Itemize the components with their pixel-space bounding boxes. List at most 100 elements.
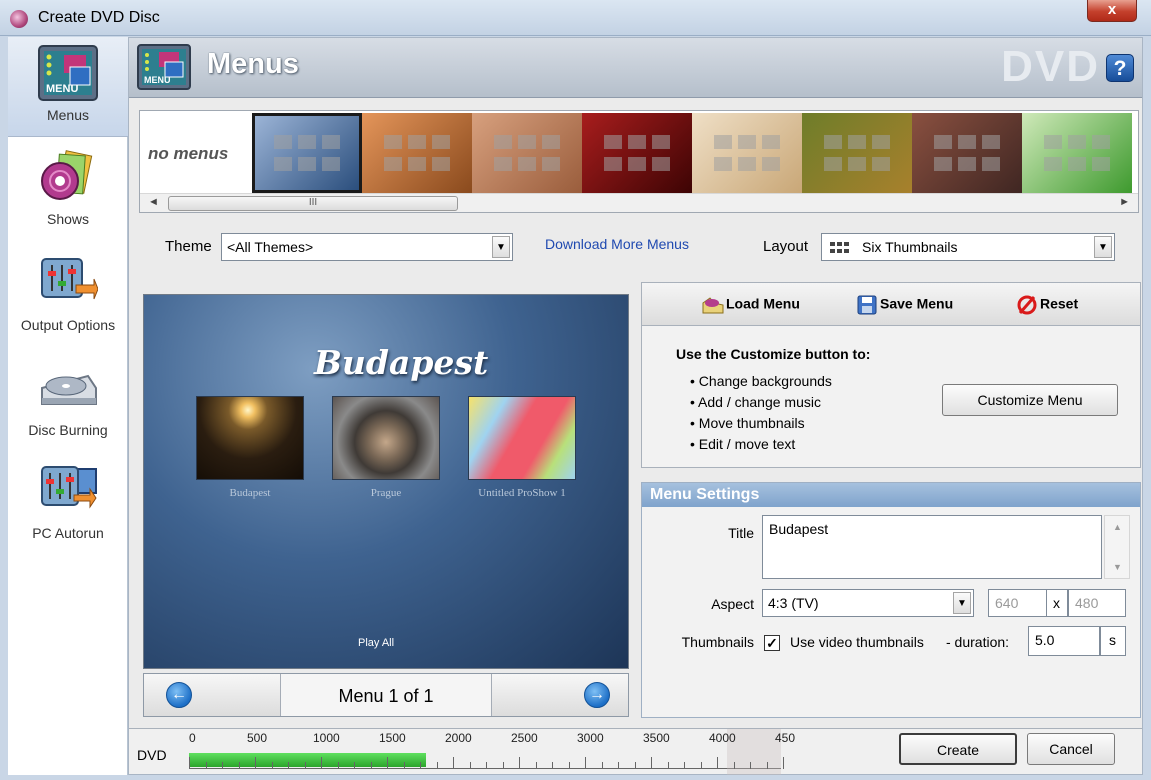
duration-field[interactable]: 5.0: [1028, 626, 1100, 656]
scroll-thumb[interactable]: III: [168, 196, 458, 211]
menus-icon: MENU: [38, 45, 98, 101]
dvd-watermark: DVD: [1001, 42, 1100, 91]
title-field[interactable]: Budapest: [762, 515, 1102, 579]
theme-thumbnail-garden-food[interactable]: [802, 113, 912, 193]
save-menu-label: Save Menu: [880, 295, 954, 312]
thumbnail-cell: [384, 157, 402, 171]
preview-thumbnail-untitled[interactable]: [468, 396, 576, 480]
preview-thumbnail-prague[interactable]: [332, 396, 440, 480]
aspect-select-value: 4:3 (TV): [768, 595, 819, 611]
ruler-tick: [700, 762, 702, 769]
ruler-tick: [354, 762, 355, 769]
reset-button[interactable]: Reset: [1016, 295, 1078, 315]
sidebar-item-menus[interactable]: MENU Menus: [8, 37, 128, 137]
ruler-tick: [370, 762, 372, 769]
scroll-right-arrow-icon[interactable]: ►: [1119, 196, 1130, 208]
thumbnail-cell: [542, 135, 560, 149]
use-video-thumbnails-checkbox[interactable]: ✓: [764, 635, 780, 651]
ruler-tick: [420, 762, 421, 769]
ruler-tick: [304, 762, 306, 769]
thumbnail-cell: [298, 157, 316, 171]
thumbnail-cell: [274, 135, 292, 149]
chevron-down-icon[interactable]: ▼: [492, 236, 510, 258]
height-field[interactable]: 480: [1068, 589, 1126, 617]
sidebar-item-output-options[interactable]: Output Options: [8, 247, 128, 347]
chevron-down-icon[interactable]: ▼: [1094, 236, 1112, 258]
menu-preview[interactable]: Budapest Budapest Prague Untitled ProSho…: [143, 294, 629, 669]
sidebar-item-label: PC Autorun: [32, 525, 104, 541]
scroll-up-icon[interactable]: ▲: [1113, 522, 1122, 532]
thumbnail-cell: [604, 135, 622, 149]
play-all-label[interactable]: Play All: [358, 637, 394, 649]
theme-thumbnail-green-leaf[interactable]: [1022, 113, 1132, 193]
ruler-tick: [453, 757, 454, 769]
theme-strip-scrollbar[interactable]: ◄ III ►: [140, 193, 1138, 212]
dimension-separator: x: [1046, 589, 1068, 617]
theme-thumbnail-rust-texture[interactable]: [472, 113, 582, 193]
width-field[interactable]: 640: [988, 589, 1050, 617]
thumbnail-cell: [322, 135, 340, 149]
thumbnail-cell: [298, 135, 316, 149]
title-scrollbar[interactable]: ▲ ▼: [1104, 515, 1130, 579]
svg-text:MENU: MENU: [46, 83, 78, 95]
preview-menu-title: Budapest: [314, 343, 489, 382]
thumbnail-cell: [872, 135, 890, 149]
thumbnail-cell: [1044, 157, 1062, 171]
ruler-tick-label: 3500: [643, 731, 670, 745]
previous-menu-button[interactable]: ←: [144, 674, 281, 716]
theme-thumbnail-blue-parchment[interactable]: [252, 113, 362, 193]
ruler-tick: [733, 762, 735, 769]
duration-field-value: 5.0: [1035, 632, 1055, 648]
cancel-button[interactable]: Cancel: [1027, 733, 1115, 765]
preview-thumbnail-budapest[interactable]: [196, 396, 304, 480]
thumbnail-cell: [872, 157, 890, 171]
help-button[interactable]: ?: [1106, 54, 1134, 82]
thumbnail-cell: [958, 135, 976, 149]
width-field-value: 640: [995, 595, 1019, 611]
thumbnail-cell: [384, 135, 402, 149]
thumbnail-cell: [824, 157, 842, 171]
sidebar-item-label: Disc Burning: [28, 422, 108, 438]
theme-select[interactable]: <All Themes> ▼: [221, 233, 513, 261]
load-menu-icon: [702, 297, 724, 314]
theme-thumbnail-ivory-flower[interactable]: [692, 113, 802, 193]
ruler-tick-label: 1500: [379, 731, 406, 745]
customize-menu-button[interactable]: Customize Menu: [942, 384, 1118, 416]
thumbnail-cell: [518, 157, 536, 171]
sidebar-item-disc-burning[interactable]: Disc Burning: [8, 352, 128, 452]
ruler-tick-label: 3000: [577, 731, 604, 745]
ruler-tick: [783, 757, 784, 769]
thumbnail-cell: [652, 157, 670, 171]
ruler-tick: [486, 762, 487, 769]
ruler-tick: [502, 762, 504, 769]
ruler-tick: [238, 762, 240, 769]
page-title: Menus: [207, 48, 299, 80]
theme-thumbnail-orange-leaves[interactable]: [362, 113, 472, 193]
thumbnail-cell: [628, 157, 646, 171]
download-more-menus-link[interactable]: Download More Menus: [545, 236, 689, 252]
sidebar-item-label: Menus: [46, 107, 90, 123]
theme-thumbnail-dark-leaves[interactable]: [912, 113, 1022, 193]
title-field-value: Budapest: [769, 521, 829, 537]
scroll-left-arrow-icon[interactable]: ◄: [148, 196, 159, 208]
theme-thumbnail-red-curtain[interactable]: [582, 113, 692, 193]
chevron-down-icon[interactable]: ▼: [953, 592, 971, 614]
load-menu-button[interactable]: Load Menu: [702, 295, 800, 315]
next-menu-button[interactable]: →: [491, 674, 628, 716]
sidebar-item-pc-autorun[interactable]: PC Autorun: [8, 455, 128, 555]
layout-select[interactable]: Six Thumbnails ▼: [821, 233, 1115, 261]
save-menu-button[interactable]: Save Menu: [856, 295, 953, 315]
scroll-down-icon[interactable]: ▼: [1113, 562, 1122, 572]
duration-unit: s: [1109, 632, 1116, 648]
ruler-tick: [552, 762, 553, 769]
use-video-thumbnails-label: Use video thumbnails: [790, 634, 924, 650]
theme-layout-row: Theme <All Themes> ▼ Download More Menus…: [129, 233, 1142, 263]
thumbnail-layout-cells: [934, 135, 1004, 175]
menu-settings-header: Menu Settings: [642, 483, 1140, 507]
sidebar-item-shows[interactable]: Shows: [8, 141, 128, 241]
aspect-select[interactable]: 4:3 (TV) ▼: [762, 589, 974, 617]
create-button[interactable]: Create: [899, 733, 1017, 765]
close-button[interactable]: x: [1087, 0, 1137, 22]
theme-thumbnails: no menus: [140, 111, 1138, 193]
no-menus-thumb[interactable]: no menus: [140, 113, 250, 193]
